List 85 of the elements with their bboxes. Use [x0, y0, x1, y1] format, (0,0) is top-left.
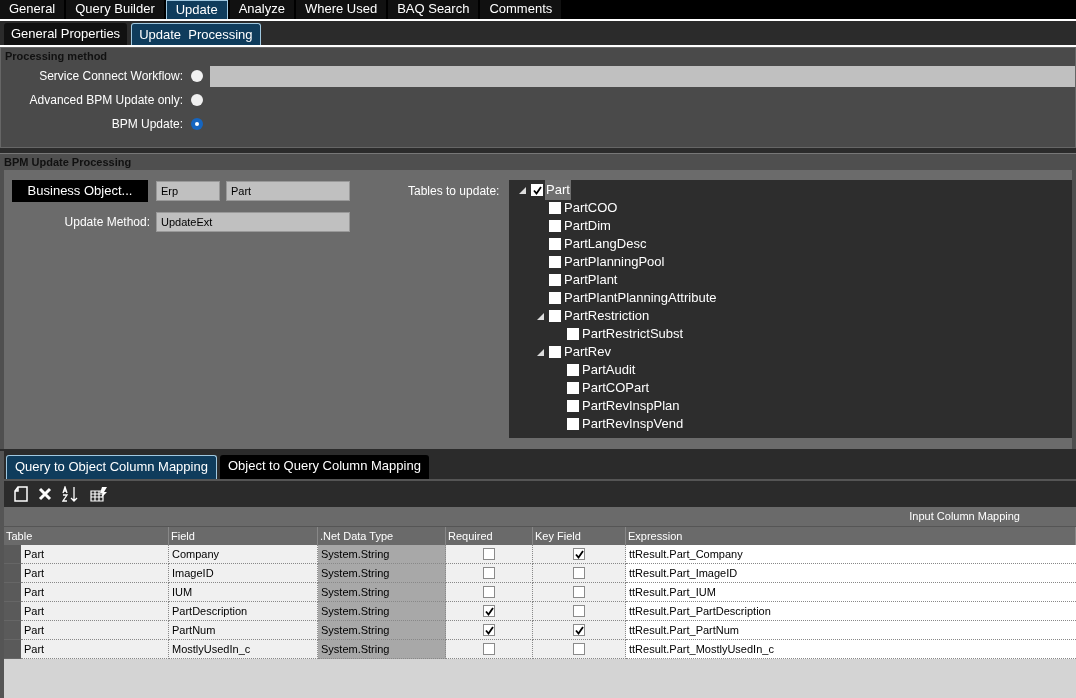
tab[interactable]: Update [165, 0, 228, 19]
tab[interactable]: Update Processing [131, 23, 261, 45]
table-cell: Part [21, 621, 169, 640]
table-cell: ttResult.Part_MostlyUsedIn_c [626, 640, 1076, 659]
table-cell: Company [169, 545, 318, 564]
table-cell: ttResult.Part_PartDescription [626, 602, 1076, 621]
checkbox[interactable] [573, 567, 585, 579]
option-label: BPM Update: [110, 116, 184, 133]
expand-triangle-icon[interactable] [536, 312, 544, 320]
checkbox[interactable] [483, 586, 495, 598]
checkbox[interactable] [483, 643, 495, 655]
section-title: Processing method [4, 49, 108, 64]
expand-triangle-icon[interactable] [536, 348, 544, 356]
table-cell: ttResult.Part_Company [626, 545, 1076, 564]
tree-item[interactable]: PartRevInspPlan [581, 396, 681, 416]
tab[interactable]: BAQ Search [388, 0, 479, 19]
table-cell: Part [21, 564, 169, 583]
table-cell: System.String [318, 621, 446, 640]
workflow-field[interactable] [210, 65, 1075, 87]
tab[interactable]: Analyze [229, 0, 294, 19]
tree-item[interactable]: PartCOO [563, 198, 619, 218]
tab[interactable]: General [0, 0, 65, 19]
tree-item[interactable]: PartCOPart [581, 378, 651, 398]
checkbox[interactable] [573, 643, 585, 655]
tree-item[interactable]: PartLangDesc [563, 234, 648, 254]
group-header: Input Column Mapping [909, 509, 1020, 525]
radio-button[interactable] [191, 94, 203, 106]
close-icon[interactable] [38, 487, 52, 501]
table-icon[interactable] [90, 486, 108, 502]
expand-triangle-icon[interactable] [518, 186, 526, 194]
table-cell: System.String [318, 602, 446, 621]
input-field[interactable]: Erp [156, 181, 220, 201]
table-cell: ttResult.Part_PartNum [626, 621, 1076, 640]
new-page-icon[interactable] [14, 486, 28, 502]
tree-item[interactable]: PartRestrictSubst [581, 324, 685, 344]
checkbox[interactable] [573, 548, 585, 560]
business-object-button[interactable]: Business Object... [12, 180, 148, 202]
sort-icon[interactable] [62, 486, 80, 502]
table-cell: Part [21, 640, 169, 659]
table-cell: PartDescription [169, 602, 318, 621]
checkbox[interactable] [483, 605, 495, 617]
option-label: Advanced BPM Update only: [28, 92, 184, 109]
table-cell: MostlyUsedIn_c [169, 640, 318, 659]
tables-label: Tables to update: [408, 183, 500, 200]
tree-item[interactable]: PartAudit [581, 360, 637, 380]
table-cell: Part [21, 583, 169, 602]
input-field[interactable]: Part [226, 181, 350, 201]
tree-item[interactable]: Part [545, 180, 571, 200]
table-cell: System.String [318, 564, 446, 583]
table-cell: System.String [318, 583, 446, 602]
checkbox[interactable] [573, 605, 585, 617]
update-method-label: Update Method: [63, 214, 150, 231]
tree-item[interactable]: PartDim [563, 216, 612, 236]
tab[interactable]: Where Used [295, 0, 387, 19]
radio-button[interactable] [191, 70, 203, 82]
table-cell: System.String [318, 640, 446, 659]
checkbox[interactable] [483, 567, 495, 579]
checkbox[interactable] [483, 624, 495, 636]
table-cell: ttResult.Part_ImageID [626, 564, 1076, 583]
table-cell: Part [21, 545, 169, 564]
table-cell: ImageID [169, 564, 318, 583]
tab[interactable]: Object to Query Column Mapping [219, 455, 429, 479]
table-cell: Part [21, 602, 169, 621]
checkbox[interactable] [573, 624, 585, 636]
table-cell: ttResult.Part_IUM [626, 583, 1076, 602]
tree-item[interactable]: PartRevInspVend [581, 414, 685, 434]
input-field[interactable]: UpdateExt [156, 212, 350, 232]
tab[interactable]: Comments [480, 0, 562, 19]
tab[interactable]: Query Builder [66, 0, 164, 19]
checkbox[interactable] [531, 184, 543, 196]
tab[interactable]: Query to Object Column Mapping [6, 455, 217, 479]
table-cell: System.String [318, 545, 446, 564]
table-cell: IUM [169, 583, 318, 602]
table-cell: PartNum [169, 621, 318, 640]
checkbox[interactable] [573, 586, 585, 598]
option-label: Service Connect Workflow: [38, 68, 184, 85]
checkbox[interactable] [483, 548, 495, 560]
tree-item[interactable]: PartRestriction [563, 306, 651, 326]
tree-item[interactable]: PartRev [563, 342, 612, 362]
tab[interactable]: General Properties [4, 23, 128, 45]
section-title: BPM Update Processing [3, 155, 132, 170]
tree-item[interactable]: PartPlanningPool [563, 252, 666, 272]
tree-item[interactable]: PartPlantPlanningAttribute [563, 288, 718, 308]
radio-button[interactable] [191, 118, 203, 130]
tree-item[interactable]: PartPlant [563, 270, 619, 290]
